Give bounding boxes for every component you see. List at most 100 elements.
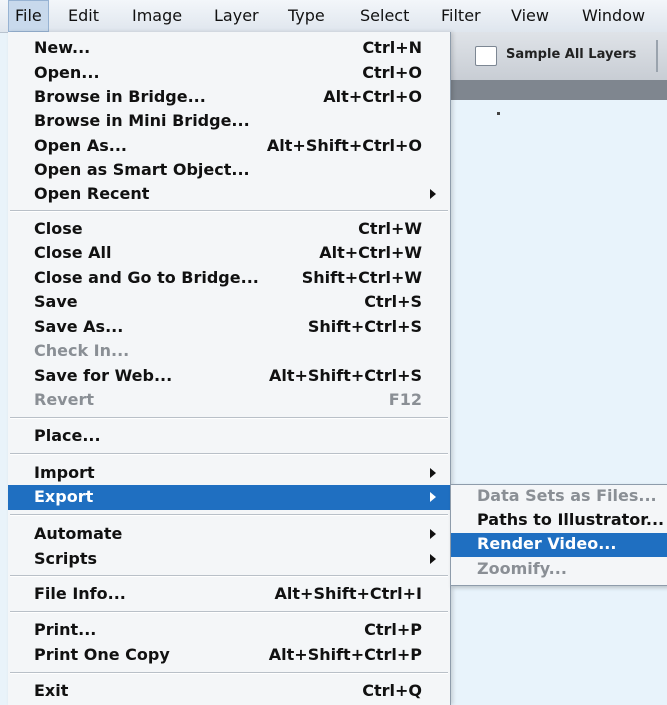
menu-item-automate[interactable]: Automate xyxy=(8,522,450,547)
menu-item-label: Check In... xyxy=(34,341,130,360)
document-tab-bar xyxy=(450,80,667,100)
menu-item-shortcut: Ctrl+O xyxy=(362,63,422,82)
menu-item-label: Export xyxy=(34,487,94,506)
sample-all-layers-checkbox[interactable] xyxy=(475,46,497,66)
menu-item-exit[interactable]: Exit Ctrl+Q xyxy=(8,679,450,704)
submenu-item-zoomify: Zoomify... xyxy=(451,558,667,582)
menu-item-shortcut: Ctrl+S xyxy=(364,292,422,311)
menu-item-print-one-copy[interactable]: Print One Copy Alt+Shift+Ctrl+P xyxy=(8,643,450,668)
menu-item-shortcut: Shift+Ctrl+S xyxy=(307,317,422,336)
menu-item-label: Save As... xyxy=(34,317,124,336)
menu-item-print[interactable]: Print... Ctrl+P xyxy=(8,618,450,643)
menu-item-label: Exit xyxy=(34,681,69,700)
menu-item-shortcut: Alt+Ctrl+W xyxy=(319,243,422,262)
menu-item-new[interactable]: New... Ctrl+N xyxy=(8,36,450,61)
submenu-item-label: Render Video... xyxy=(477,534,617,553)
menu-item-label: Close and Go to Bridge... xyxy=(34,268,259,287)
submenu-item-label: Zoomify... xyxy=(477,559,567,578)
submenu-item-render-video[interactable]: Render Video... xyxy=(451,533,667,557)
menu-item-shortcut: Ctrl+W xyxy=(358,219,422,238)
menu-layer[interactable]: Layer xyxy=(214,0,259,32)
submenu-item-paths-to-illustrator[interactable]: Paths to Illustrator... xyxy=(451,509,667,533)
menu-item-place[interactable]: Place... xyxy=(8,424,450,449)
menu-item-label: Open Recent xyxy=(34,184,150,203)
menu-item-check-in: Check In... xyxy=(8,339,450,364)
menu-item-label: Save xyxy=(34,292,78,311)
file-menu: New... Ctrl+N Open... Ctrl+O Browse in B… xyxy=(8,32,451,705)
menu-item-save[interactable]: Save Ctrl+S xyxy=(8,290,450,315)
menu-item-label: Open as Smart Object... xyxy=(34,160,250,179)
menu-item-shortcut: Ctrl+Q xyxy=(362,681,422,700)
menu-item-save-for-web[interactable]: Save for Web... Alt+Shift+Ctrl+S xyxy=(8,364,450,389)
submenu-arrow-icon xyxy=(430,529,436,539)
submenu-item-label: Paths to Illustrator... xyxy=(477,510,665,529)
canvas-speck xyxy=(497,112,500,115)
menu-file[interactable]: File xyxy=(8,0,49,32)
document-canvas[interactable] xyxy=(450,100,667,705)
menu-item-shortcut: Alt+Shift+Ctrl+S xyxy=(268,366,422,385)
options-bar: Sample All Layers xyxy=(450,32,667,81)
menu-item-label: Open... xyxy=(34,63,100,82)
menu-item-save-as[interactable]: Save As... Shift+Ctrl+S xyxy=(8,315,450,340)
menu-item-close-all[interactable]: Close All Alt+Ctrl+W xyxy=(8,241,450,266)
submenu-arrow-icon xyxy=(430,492,436,502)
menu-item-file-info[interactable]: File Info... Alt+Shift+Ctrl+I xyxy=(8,582,450,607)
menu-item-revert: Revert F12 xyxy=(8,388,450,413)
menu-image[interactable]: Image xyxy=(132,0,182,32)
menu-separator xyxy=(10,611,448,613)
options-separator xyxy=(656,40,658,72)
menu-separator xyxy=(10,672,448,674)
menu-item-import[interactable]: Import xyxy=(8,461,450,486)
menu-separator xyxy=(10,453,448,455)
menu-item-export[interactable]: Export xyxy=(8,485,450,510)
menu-item-open[interactable]: Open... Ctrl+O xyxy=(8,61,450,86)
menu-edit[interactable]: Edit xyxy=(68,0,99,32)
menu-item-label: Print One Copy xyxy=(34,645,170,664)
menu-item-browse-in-mini-bridge[interactable]: Browse in Mini Bridge... xyxy=(8,109,450,134)
menu-window[interactable]: Window xyxy=(582,0,645,32)
menu-filter[interactable]: Filter xyxy=(441,0,481,32)
menu-item-label: New... xyxy=(34,38,91,57)
menu-item-scripts[interactable]: Scripts xyxy=(8,547,450,572)
menu-item-open-as-smart-object[interactable]: Open as Smart Object... xyxy=(8,158,450,183)
menu-item-shortcut: Alt+Shift+Ctrl+O xyxy=(266,136,422,155)
submenu-arrow-icon xyxy=(430,468,436,478)
menu-item-label: Browse in Mini Bridge... xyxy=(34,111,250,130)
menu-separator xyxy=(10,417,448,419)
menu-item-label: Automate xyxy=(34,524,123,543)
menu-item-label: Import xyxy=(34,463,95,482)
menu-item-label: File Info... xyxy=(34,584,126,603)
menu-item-browse-in-bridge[interactable]: Browse in Bridge... Alt+Ctrl+O xyxy=(8,85,450,110)
menu-item-close[interactable]: Close Ctrl+W xyxy=(8,217,450,242)
submenu-item-label: Data Sets as Files... xyxy=(477,486,657,505)
menu-item-shortcut: Shift+Ctrl+W xyxy=(301,268,422,287)
menu-item-label: Close All xyxy=(34,243,112,262)
menu-item-shortcut: Alt+Ctrl+O xyxy=(323,87,422,106)
menu-item-label: Close xyxy=(34,219,83,238)
menu-item-label: Save for Web... xyxy=(34,366,173,385)
menu-item-shortcut: Ctrl+N xyxy=(362,38,422,57)
submenu-item-data-sets-as-files: Data Sets as Files... xyxy=(451,485,667,509)
menu-separator xyxy=(10,514,448,516)
sample-all-layers-label: Sample All Layers xyxy=(506,47,637,62)
menu-item-shortcut: Alt+Shift+Ctrl+I xyxy=(274,584,422,603)
menu-item-open-recent[interactable]: Open Recent xyxy=(8,182,450,207)
submenu-arrow-icon xyxy=(430,554,436,564)
menu-bar: File Edit Image Layer Type Select Filter… xyxy=(0,0,667,33)
menu-item-label: Scripts xyxy=(34,549,98,568)
menu-item-shortcut: Ctrl+P xyxy=(364,620,422,639)
menu-item-label: Open As... xyxy=(34,136,128,155)
menu-type[interactable]: Type xyxy=(288,0,325,32)
menu-item-label: Browse in Bridge... xyxy=(34,87,206,106)
submenu-arrow-icon xyxy=(430,189,436,199)
menu-item-close-and-go-to-bridge[interactable]: Close and Go to Bridge... Shift+Ctrl+W xyxy=(8,266,450,291)
menu-item-label: Revert xyxy=(34,390,94,409)
menu-item-open-as[interactable]: Open As... Alt+Shift+Ctrl+O xyxy=(8,134,450,159)
menu-item-label: Place... xyxy=(34,426,101,445)
menu-separator xyxy=(10,575,448,577)
menu-select[interactable]: Select xyxy=(360,0,409,32)
menu-item-shortcut: F12 xyxy=(388,390,422,409)
menu-item-shortcut: Alt+Shift+Ctrl+P xyxy=(268,645,422,664)
menu-separator xyxy=(10,210,448,212)
menu-view[interactable]: View xyxy=(511,0,549,32)
